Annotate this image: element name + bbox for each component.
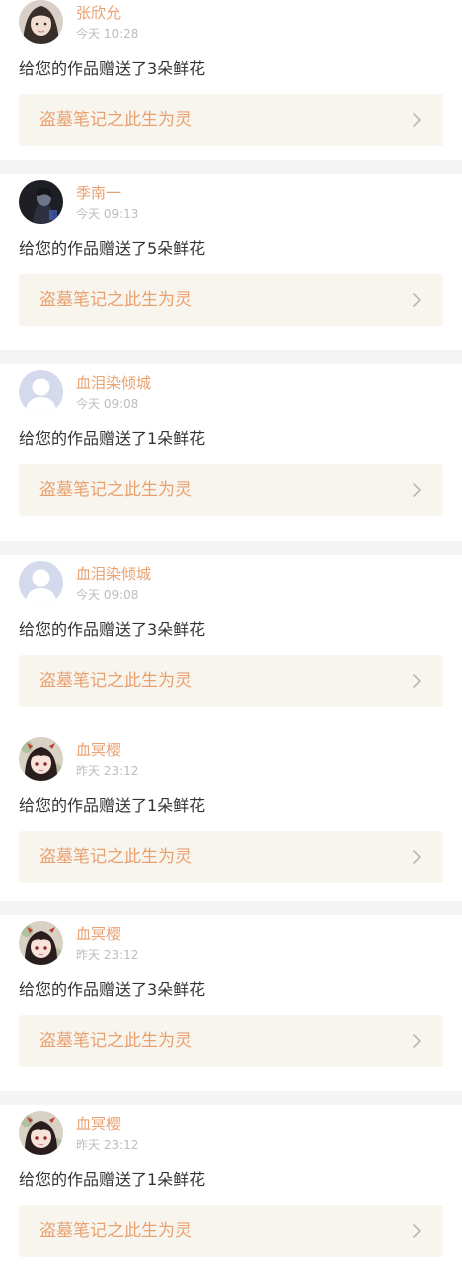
chevron-right-icon	[407, 110, 427, 130]
divider	[0, 901, 462, 915]
divider	[0, 160, 462, 174]
timestamp: 今天 10:28	[76, 27, 139, 41]
work-title: 盗墓笔记之此生为灵	[39, 290, 192, 310]
work-link-card[interactable]: 盗墓笔记之此生为灵	[19, 1205, 443, 1257]
gift-message: 给您的作品赠送了1朵鲜花	[19, 429, 206, 448]
work-title: 盗墓笔记之此生为灵	[39, 1221, 192, 1241]
avatar[interactable]	[19, 0, 63, 44]
gift-message: 给您的作品赠送了1朵鲜花	[19, 796, 206, 815]
username[interactable]: 血冥樱	[76, 924, 121, 944]
notification-item: 血冥樱 昨天 23:12 给您的作品赠送了1朵鲜花 盗墓笔记之此生为灵	[0, 731, 462, 901]
avatar[interactable]	[19, 921, 63, 965]
divider	[0, 1091, 462, 1105]
work-link-card[interactable]: 盗墓笔记之此生为灵	[19, 831, 443, 883]
timestamp: 昨天 23:12	[76, 764, 139, 778]
gift-message: 给您的作品赠送了1朵鲜花	[19, 1170, 206, 1189]
work-title: 盗墓笔记之此生为灵	[39, 110, 192, 130]
notification-item: 张欣允 今天 10:28 给您的作品赠送了3朵鲜花 盗墓笔记之此生为灵	[0, 0, 462, 160]
gift-message: 给您的作品赠送了5朵鲜花	[19, 239, 206, 258]
chevron-right-icon	[407, 290, 427, 310]
timestamp: 今天 09:08	[76, 397, 139, 411]
username[interactable]: 血冥樱	[76, 1114, 121, 1134]
work-title: 盗墓笔记之此生为灵	[39, 1031, 192, 1051]
work-link-card[interactable]: 盗墓笔记之此生为灵	[19, 464, 443, 516]
chevron-right-icon	[407, 1221, 427, 1241]
timestamp: 今天 09:13	[76, 207, 139, 221]
username[interactable]: 血冥樱	[76, 740, 121, 760]
gift-message: 给您的作品赠送了3朵鲜花	[19, 620, 206, 639]
notification-item: 血冥樱 昨天 23:12 给您的作品赠送了3朵鲜花 盗墓笔记之此生为灵	[0, 915, 462, 1091]
username[interactable]: 季南一	[76, 183, 121, 203]
work-link-card[interactable]: 盗墓笔记之此生为灵	[19, 94, 443, 146]
avatar[interactable]	[19, 561, 63, 605]
notification-item: 季南一 今天 09:13 给您的作品赠送了5朵鲜花 盗墓笔记之此生为灵	[0, 174, 462, 350]
chevron-right-icon	[407, 847, 427, 867]
work-link-card[interactable]: 盗墓笔记之此生为灵	[19, 655, 443, 707]
notification-item: 血泪染倾城 今天 09:08 给您的作品赠送了3朵鲜花 盗墓笔记之此生为灵	[0, 555, 462, 731]
timestamp: 今天 09:08	[76, 588, 139, 602]
gift-message: 给您的作品赠送了3朵鲜花	[19, 59, 206, 78]
avatar[interactable]	[19, 180, 63, 224]
work-title: 盗墓笔记之此生为灵	[39, 847, 192, 867]
divider	[0, 541, 462, 555]
timestamp: 昨天 23:12	[76, 1138, 139, 1152]
avatar[interactable]	[19, 737, 63, 781]
username[interactable]: 血泪染倾城	[76, 373, 151, 393]
avatar[interactable]	[19, 370, 63, 414]
username[interactable]: 血泪染倾城	[76, 564, 151, 584]
avatar[interactable]	[19, 1111, 63, 1155]
work-link-card[interactable]: 盗墓笔记之此生为灵	[19, 274, 443, 326]
notification-item: 血冥樱 昨天 23:12 给您的作品赠送了1朵鲜花 盗墓笔记之此生为灵	[0, 1105, 462, 1280]
chevron-right-icon	[407, 671, 427, 691]
work-title: 盗墓笔记之此生为灵	[39, 671, 192, 691]
gift-message: 给您的作品赠送了3朵鲜花	[19, 980, 206, 999]
divider	[0, 350, 462, 364]
work-link-card[interactable]: 盗墓笔记之此生为灵	[19, 1015, 443, 1067]
chevron-right-icon	[407, 480, 427, 500]
work-title: 盗墓笔记之此生为灵	[39, 480, 192, 500]
chevron-right-icon	[407, 1031, 427, 1051]
username[interactable]: 张欣允	[76, 3, 121, 23]
notification-feed: 张欣允 今天 10:28 给您的作品赠送了3朵鲜花 盗墓笔记之此生为灵 季南一 …	[0, 0, 462, 1280]
timestamp: 昨天 23:12	[76, 948, 139, 962]
notification-item: 血泪染倾城 今天 09:08 给您的作品赠送了1朵鲜花 盗墓笔记之此生为灵	[0, 364, 462, 541]
